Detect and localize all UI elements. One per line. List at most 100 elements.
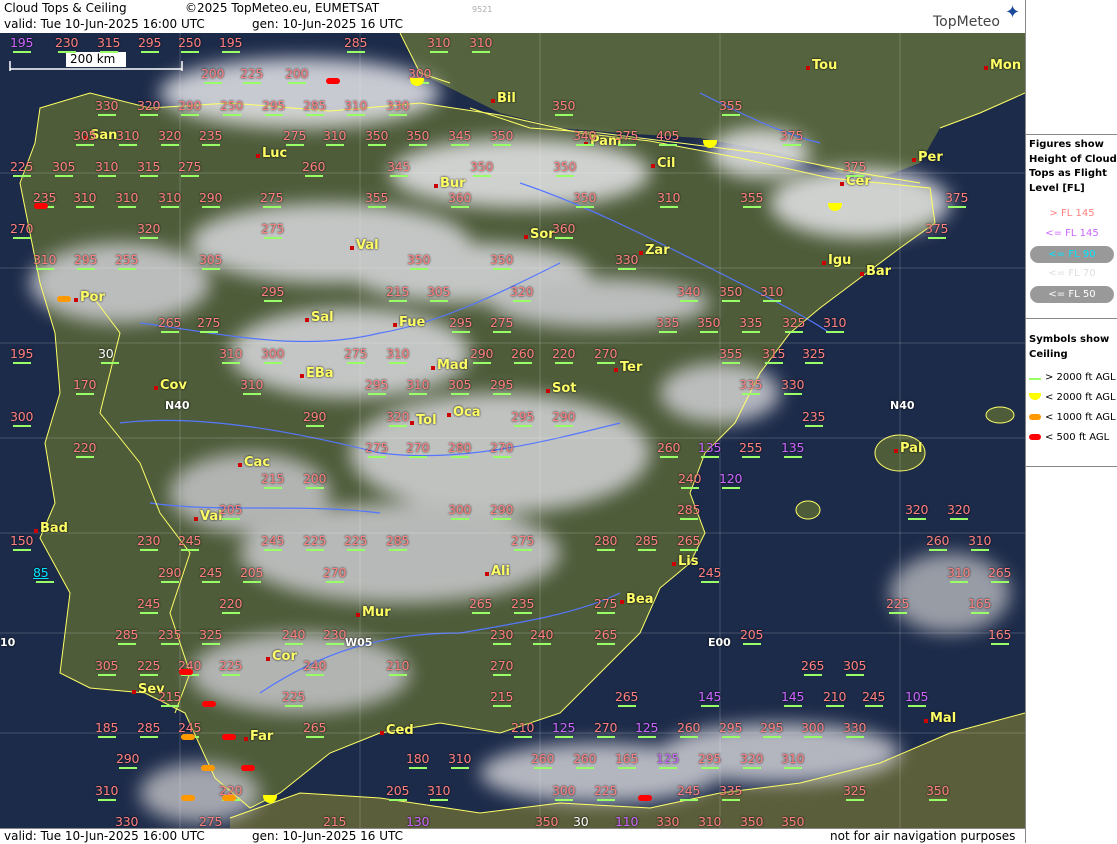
ceiling-ok-mark xyxy=(597,643,615,645)
cloud-top-value: 330 xyxy=(843,720,867,735)
ceiling-green-icon xyxy=(1029,378,1041,380)
city-marker xyxy=(620,600,624,604)
ceiling-ok-mark xyxy=(493,643,511,645)
ceiling-orange-symbol xyxy=(181,734,195,740)
ceiling-ok-mark xyxy=(264,487,282,489)
ceiling-ok-mark xyxy=(618,767,636,769)
ceiling-ok-mark xyxy=(204,82,222,84)
ceiling-ok-mark xyxy=(680,518,698,520)
ceiling-ok-mark xyxy=(140,237,158,239)
ceiling-ok-mark xyxy=(576,144,594,146)
ceiling-ok-mark xyxy=(950,518,968,520)
city-label: Ali xyxy=(491,564,510,579)
ceiling-ok-mark xyxy=(765,362,783,364)
city-label: Lis xyxy=(678,554,699,569)
city-marker xyxy=(639,251,643,255)
city-label: Tol xyxy=(416,413,437,428)
city-label: Sot xyxy=(552,381,577,396)
cloud-top-value: 245 xyxy=(698,565,722,580)
topmeteo-logo[interactable]: TopMeteo xyxy=(933,14,1000,30)
ceiling-ok-mark xyxy=(846,736,864,738)
ceiling-ok-mark xyxy=(202,643,220,645)
city-marker xyxy=(434,184,438,188)
cloud-top-value: 270 xyxy=(594,346,618,361)
cloud-top-value: 230 xyxy=(137,533,161,548)
generated-time: gen: 10-Jun-2025 16 UTC xyxy=(252,17,404,31)
cloud-top-value: 290 xyxy=(116,751,140,766)
cloud-top-value: 205 xyxy=(740,627,764,642)
cloud-top-value: 275 xyxy=(283,128,307,143)
cloud-top-value: 275 xyxy=(197,315,221,330)
satellite-map[interactable]: 200 km Tou Mon Bil San Pam Luc Per Cil Bur Cer Val… xyxy=(0,33,1025,828)
cloud-top-value: 180 xyxy=(406,751,430,766)
cloud-top-value: 295 xyxy=(365,377,389,392)
cloud-top-value: 305 xyxy=(52,159,76,174)
cloud-top-value: 30 xyxy=(98,346,114,361)
ceiling-ok-mark xyxy=(638,549,656,551)
cloud-top-value: 325 xyxy=(843,783,867,798)
cloud-top-value: 265 xyxy=(677,533,701,548)
footer-disclaimer: not for air navigation purposes xyxy=(830,829,1016,843)
cloud-top-value: 225 xyxy=(886,596,910,611)
ceiling-ok-mark xyxy=(13,175,31,177)
ceiling-ok-mark xyxy=(223,114,241,116)
city-label: Per xyxy=(918,150,943,165)
cloud-top-value: 310 xyxy=(116,128,140,143)
cloud-top-value: 225 xyxy=(282,689,306,704)
grid-coordinate-label: N40 xyxy=(890,399,915,412)
ceiling-ok-mark xyxy=(493,705,511,707)
cloud-top-value: 300 xyxy=(10,409,34,424)
legend-fl-above-145: > FL 145 xyxy=(1049,208,1095,219)
ceiling-ok-mark xyxy=(100,51,118,53)
valid-time: valid: Tue 10-Jun-2025 16:00 UTC xyxy=(4,17,205,31)
ceiling-ok-mark xyxy=(161,581,179,583)
city-marker xyxy=(238,463,242,467)
ceiling-ok-mark xyxy=(889,612,907,614)
ceiling-ok-mark xyxy=(368,206,386,208)
cloud-top-value: 285 xyxy=(386,533,410,548)
ceiling-red-symbol xyxy=(222,734,236,740)
cloud-top-value: 360 xyxy=(552,221,576,236)
ceiling-ok-mark xyxy=(76,144,94,146)
cloud-top-value: 310 xyxy=(73,190,97,205)
cloud-top-value: 260 xyxy=(926,533,950,548)
city-label: Ter xyxy=(620,360,643,375)
ceiling-orange-symbol xyxy=(201,765,215,771)
cloud-top-value: 350 xyxy=(490,252,514,267)
ceiling-ok-mark xyxy=(181,549,199,551)
ceiling-ok-mark xyxy=(784,705,802,707)
cloud-top-value: 235 xyxy=(511,596,535,611)
city-label: Cov xyxy=(160,378,187,393)
city-marker xyxy=(447,413,451,417)
ceiling-ok-mark xyxy=(618,268,636,270)
ceiling-ok-mark xyxy=(326,144,344,146)
cloud-top-value: 335 xyxy=(719,783,743,798)
cloud-top-value: 260 xyxy=(677,720,701,735)
cloud-top-value: 310 xyxy=(95,783,119,798)
ceiling-ok-mark xyxy=(326,581,344,583)
cloud-top-value: 270 xyxy=(594,720,618,735)
cloud-top-value: 310 xyxy=(386,346,410,361)
city-marker xyxy=(860,272,864,276)
cloud-top-value: 295 xyxy=(760,720,784,735)
ceiling-ok-mark xyxy=(493,144,511,146)
ceiling-ok-mark xyxy=(555,736,573,738)
ceiling-ok-mark xyxy=(181,51,199,53)
cloud-top-value: 375 xyxy=(945,190,969,205)
image-code: 9521 xyxy=(472,5,493,14)
ceiling-ok-mark xyxy=(928,237,946,239)
ceiling-ok-mark xyxy=(701,705,719,707)
city-marker xyxy=(912,158,916,162)
cloud-top-value: 30 xyxy=(573,814,589,828)
cloud-top-value: 225 xyxy=(10,159,34,174)
ceiling-ok-mark xyxy=(58,51,76,53)
ceiling-ok-mark xyxy=(98,799,116,801)
cloud-top-value: 310 xyxy=(823,315,847,330)
ceiling-ok-mark xyxy=(161,144,179,146)
city-label: EBa xyxy=(306,366,334,381)
cloud-top-value: 325 xyxy=(802,346,826,361)
cloud-top-value: 320 xyxy=(137,221,161,236)
ceiling-ok-mark xyxy=(222,674,240,676)
cloud-top-value: 350 xyxy=(406,128,430,143)
ceiling-ok-mark xyxy=(722,300,740,302)
